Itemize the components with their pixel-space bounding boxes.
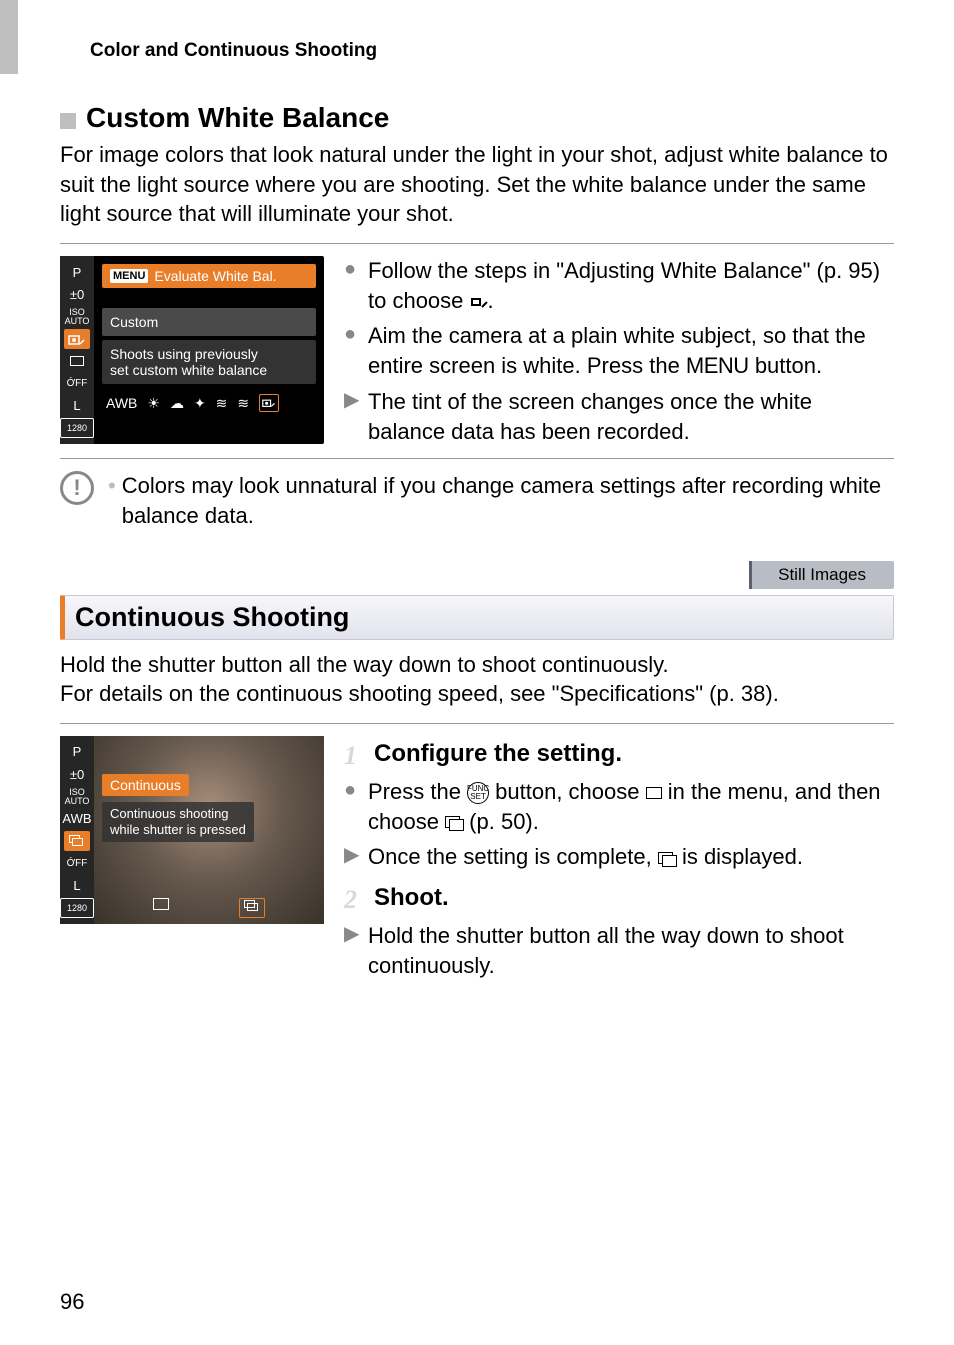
side-iso: ISO AUTO xyxy=(60,307,94,327)
side-l: L xyxy=(60,396,94,416)
side-wb-icon xyxy=(64,329,90,349)
photo-bottom-icons xyxy=(94,898,324,918)
bullet-marker: ● xyxy=(344,321,360,380)
custom-wb-inline-icon xyxy=(470,295,488,309)
menu-chip: MENU xyxy=(110,269,148,283)
page-number: 96 xyxy=(60,1289,84,1315)
wb-desc-box: Shoots using previously set custom white… xyxy=(102,340,316,384)
divider xyxy=(60,723,894,724)
s1b2-a: Once the setting is complete, xyxy=(368,844,658,869)
continuous-label: Continuous xyxy=(102,774,189,796)
camera-screenshot-wb: P ±0 ISO AUTO ỚFF L 1280 MENU xyxy=(60,256,324,452)
s1b2-b: is displayed. xyxy=(676,844,803,869)
divider xyxy=(60,243,894,244)
step-number: 2 xyxy=(344,882,364,917)
wb-title-text: Evaluate White Bal. xyxy=(154,268,276,284)
camera-photo-area: Continuous Continuous shooting while shu… xyxy=(94,736,324,924)
camera-main-panel: MENU Evaluate White Bal. Custom Shoots u… xyxy=(94,256,324,444)
step-number: 1 xyxy=(344,738,364,773)
side-p: P xyxy=(60,742,94,762)
section1-bullets: ● Follow the steps in "Adjusting White B… xyxy=(344,256,894,452)
side-l: L xyxy=(60,876,94,896)
section-heading-bar: Continuous Shooting xyxy=(60,595,894,640)
section-marker-icon xyxy=(60,113,76,129)
side-off-icon: ỚFF xyxy=(60,853,94,873)
wb-icons-row: AWB ☀ ☁ ✦ ≋ ≋ xyxy=(102,388,316,412)
cloud-icon: ☁ xyxy=(170,395,184,412)
func-set-icon: FUNCSET xyxy=(467,782,489,804)
continuous-shot-icon xyxy=(239,898,265,918)
b1-text-a: Follow the steps in "Adjusting White Bal… xyxy=(368,258,880,313)
menu-word: MENU xyxy=(686,353,749,378)
side-single-icon xyxy=(60,351,94,371)
section2-steps: 1 Configure the setting. ● Press the FUN… xyxy=(344,736,894,987)
bullet-text: Follow the steps in "Adjusting White Bal… xyxy=(368,256,894,315)
wb-mode-box: Custom xyxy=(102,308,316,336)
side-ev: ±0 xyxy=(60,284,94,304)
note-bullet-marker: • xyxy=(108,471,116,530)
result-marker-icon: ▶ xyxy=(344,921,360,980)
side-res: 1280 xyxy=(60,418,94,438)
page-tab-edge xyxy=(0,0,18,74)
camera-side-strip: P ±0 ISO AUTO ỚFF L 1280 xyxy=(60,256,94,444)
continuous-inline-icon xyxy=(658,852,676,866)
camera-screenshot-continuous: P ±0 ISO AUTO AWB ỚFF L 1280 xyxy=(60,736,324,987)
fluorescent-icon: ≋ xyxy=(216,395,228,412)
divider xyxy=(60,458,894,459)
b2-text-b: button. xyxy=(749,353,822,378)
side-iso: ISO AUTO xyxy=(60,787,94,807)
section2-title: Continuous Shooting xyxy=(75,602,349,633)
single-shot-inline-icon xyxy=(646,787,662,799)
side-ev: ±0 xyxy=(60,764,94,784)
s1b1-d: (p. 50). xyxy=(463,809,539,834)
bullet-text: Press the FUNCSET button, choose in the … xyxy=(368,777,894,836)
tungsten-icon: ✦ xyxy=(194,395,206,412)
page-header: Color and Continuous Shooting xyxy=(90,40,894,62)
side-burst-icon xyxy=(64,831,90,851)
awb-label: AWB xyxy=(106,395,137,411)
bullet-text: The tint of the screen changes once the … xyxy=(368,387,894,446)
continuous-inline-icon xyxy=(445,816,463,830)
step1-title: Configure the setting. xyxy=(374,738,622,773)
wb-desc-line1: Shoots using previously xyxy=(110,346,308,362)
section2-intro: Hold the shutter button all the way down… xyxy=(60,650,894,709)
caution-note: ! • Colors may look unnatural if you cha… xyxy=(60,471,894,530)
still-images-badge: Still Images xyxy=(750,561,894,589)
bullet-text: Hold the shutter button all the way down… xyxy=(368,921,894,980)
caution-icon: ! xyxy=(60,471,94,505)
result-marker-icon: ▶ xyxy=(344,387,360,446)
section-intro: For image colors that look natural under… xyxy=(60,140,894,229)
sun-icon: ☀ xyxy=(147,395,160,412)
s1b1-b: button, choose xyxy=(489,779,646,804)
continuous-sub: Continuous shooting while shutter is pre… xyxy=(102,802,254,843)
side-res: 1280 xyxy=(60,898,94,918)
bullet-text: Aim the camera at a plain white subject,… xyxy=(368,321,894,380)
fluorescent-h-icon: ≋ xyxy=(237,395,249,412)
section-continuous-shooting: Continuous Shooting Hold the shutter but… xyxy=(60,595,894,987)
camera-side-strip: P ±0 ISO AUTO AWB ỚFF L 1280 xyxy=(60,736,94,924)
note-text-content: Colors may look unnatural if you change … xyxy=(122,471,894,530)
custom-wb-icon xyxy=(259,394,279,412)
wb-desc-line2: set custom white balance xyxy=(110,362,308,378)
step2-title: Shoot. xyxy=(374,882,449,917)
section-custom-white-balance: Custom White Balance For image colors th… xyxy=(60,102,894,531)
single-shot-icon xyxy=(153,898,169,910)
bullet-marker: ● xyxy=(344,256,360,315)
side-off-icon: ỚFF xyxy=(60,373,94,393)
side-p: P xyxy=(60,262,94,282)
sub-line1: Continuous shooting xyxy=(110,806,246,822)
result-marker-icon: ▶ xyxy=(344,842,360,872)
wb-title-bar: MENU Evaluate White Bal. xyxy=(102,264,316,288)
section-title: Custom White Balance xyxy=(86,102,389,134)
bullet-marker: ● xyxy=(344,777,360,836)
bullet-text: Once the setting is complete, is display… xyxy=(368,842,803,872)
sub-line2: while shutter is pressed xyxy=(110,822,246,838)
side-awb: AWB xyxy=(60,809,94,829)
s1b1-a: Press the xyxy=(368,779,467,804)
b1-text-b: . xyxy=(488,288,494,313)
